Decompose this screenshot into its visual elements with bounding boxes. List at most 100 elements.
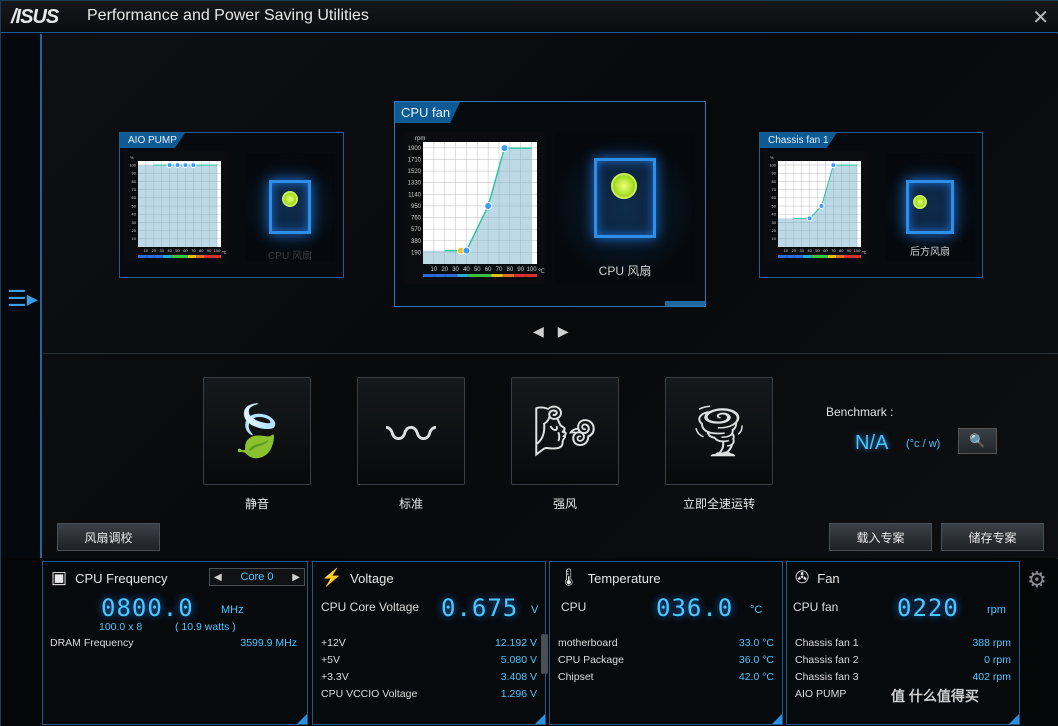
y-unit-label: % [130, 155, 134, 160]
prev-arrow-icon[interactable]: ◀ [533, 323, 558, 339]
settings-gear-icon[interactable]: ⚙ [1027, 567, 1047, 593]
asus-logo: /ISUS [11, 6, 59, 28]
voltage-panel[interactable]: ⚡ Voltage CPU Core Voltage 0.675 V +12V 1… [312, 561, 546, 725]
x-tick-label: 40 [167, 248, 172, 253]
menu-icon[interactable]: ☰▸ [7, 286, 38, 312]
y-tick-label: 80 [772, 179, 777, 184]
fan-curve-graph[interactable]: 100 90 80 70 60 50 40 30 20 10 10 20 30 40 50 60 70 80 90 1… [124, 151, 229, 263]
row-value: 36.0 °C [738, 654, 774, 666]
panel-title: Temperature [587, 570, 661, 586]
load-profile-button[interactable]: 载入专案 [829, 523, 932, 551]
row-value: 33.0 °C [738, 637, 774, 649]
benchmark-unit: (°c / w) [906, 438, 941, 450]
case-icon [269, 180, 311, 234]
curve-point[interactable] [818, 203, 825, 210]
case-image: CPU 风扇 [245, 153, 335, 262]
y-tick-label: 20 [772, 228, 777, 233]
close-button[interactable]: ✕ [1032, 5, 1049, 30]
y-tick-label: 30 [772, 220, 777, 225]
case-label: 后方风扇 [910, 247, 950, 258]
mode-standard-button[interactable]: 〰 [357, 377, 465, 485]
x-tick-label: 80 [507, 267, 514, 273]
mode-turbo-button[interactable]: 🌬 [511, 377, 619, 485]
fan-icon: ✇ [795, 568, 810, 587]
fan-card-cpu-fan[interactable]: CPU fan 1900 1710 1520 1330 1140 950 760 570 380… [394, 101, 706, 307]
panel-title: CPU Frequency [75, 570, 168, 586]
fan-card-tab: Chassis fan 1 [760, 133, 837, 148]
benchmark-button[interactable]: 🔍 [958, 428, 997, 454]
y-tick-label: 1900 [408, 146, 422, 152]
x-tick-label: 30 [159, 248, 164, 253]
curve-point[interactable] [830, 162, 837, 169]
x-tick-label: 60 [183, 248, 188, 253]
cpu-frequency-unit: MHz [221, 604, 244, 616]
temp-scale-bar [212, 255, 221, 258]
row-value: 0 rpm [984, 654, 1011, 666]
app-title: Performance and Power Saving Utilities [87, 7, 369, 24]
scrollbar[interactable] [544, 634, 548, 674]
x-tick-label: 50 [175, 248, 180, 253]
row-label: CPU Package [558, 654, 624, 666]
row-label: +5V [321, 654, 340, 666]
cpu-frequency-panel[interactable]: ▣ CPU Frequency ◀ Core 0 ▶ 0800.0 MHz 100.0… [42, 561, 308, 725]
curve-point[interactable] [806, 215, 813, 222]
main-unit: °C [750, 604, 763, 616]
curve-point[interactable] [174, 162, 181, 169]
x-tick-label: 100 [854, 248, 861, 253]
curve-point[interactable] [484, 202, 493, 211]
x-tick-label: 90 [847, 248, 852, 253]
card-nav-arrows: ◀▶ [533, 323, 583, 340]
row-label: Chassis fan 3 [795, 671, 859, 683]
prev-core-icon[interactable]: ◀ [214, 572, 222, 583]
fan-curve-graph[interactable]: 100 90 80 70 60 50 40 30 20 10 10 20 30 40 50 60 70 80 90 1… [764, 151, 869, 263]
fan-panel[interactable]: ✇ Fan CPU fan 0220 rpm Chassis fan 1 388 … [786, 561, 1020, 725]
fan-card-chassis-fan-1[interactable]: Chassis fan 1 100 90 80 70 60 50 40 30 20 10 10 20 3… [759, 132, 983, 278]
temp-scale-bar [138, 255, 147, 258]
fan-curve-graph[interactable]: 1900 1710 1520 1330 1140 950 760 570 380 190 10 20 3… [403, 132, 545, 284]
y-tick-label: 100 [769, 162, 776, 167]
main-label: CPU Core Voltage [321, 600, 420, 614]
dram-frequency-value: 3599.9 MHz [240, 637, 297, 649]
temp-scale-bar [445, 274, 458, 277]
mode-full-speed-button[interactable]: 🌪 [665, 377, 773, 485]
curve-point[interactable] [500, 144, 509, 153]
y-tick-label: 40 [132, 212, 137, 217]
temp-scale-bar [171, 255, 180, 258]
curve-point[interactable] [166, 162, 173, 169]
x-tick-label: 30 [799, 248, 804, 253]
leaf-wind-icon: 🍃 [225, 402, 289, 459]
curve-point[interactable] [462, 246, 471, 255]
x-tick-label: 30 [452, 267, 459, 273]
expand-corner-icon[interactable] [535, 714, 545, 724]
magnifier-icon: 🔍 [969, 433, 986, 448]
fan-card-tab: AIO PUMP [120, 133, 185, 148]
temperature-panel[interactable]: 🌡 Temperature CPU 036.0 °C motherboard 33… [544, 561, 783, 725]
next-core-icon[interactable]: ▶ [292, 572, 300, 583]
fan-tuning-button[interactable]: 风扇调校 [57, 523, 160, 551]
fan-icon [913, 195, 927, 209]
next-arrow-icon[interactable]: ▶ [558, 323, 583, 339]
temp-scale-bar [811, 255, 820, 258]
temp-scale-bar [480, 274, 492, 277]
curve-point[interactable] [190, 162, 197, 169]
expand-corner-icon[interactable] [297, 714, 307, 724]
curve-point[interactable] [182, 162, 189, 169]
temp-scale-bar [162, 255, 172, 258]
section-divider [43, 353, 1058, 354]
fan-card-aio-pump[interactable]: AIO PUMP 100 90 80 70 60 50 40 30 20 10 10 20 30 40 50… [119, 132, 344, 278]
temp-scale-bar [794, 255, 803, 258]
x-unit-label: ℃ [222, 250, 227, 255]
save-profile-button[interactable]: 储存专案 [941, 523, 1044, 551]
y-tick-label: 380 [411, 239, 422, 245]
expand-corner-icon[interactable] [1009, 714, 1019, 724]
x-tick-label: 90 [207, 248, 212, 253]
temp-scale-bar [457, 274, 469, 277]
core-selector[interactable]: ◀ Core 0 ▶ [209, 568, 305, 586]
temp-scale-bar [179, 255, 188, 258]
row-label: CPU VCCIO Voltage [321, 688, 418, 700]
tornado-icon: 🌪 [687, 402, 751, 459]
expand-corner-icon[interactable] [772, 714, 782, 724]
mode-silent-button[interactable]: 🍃 [203, 377, 311, 485]
y-tick-label: 10 [772, 236, 777, 241]
app-window: /ISUS Performance and Power Saving Utili… [0, 0, 1058, 726]
